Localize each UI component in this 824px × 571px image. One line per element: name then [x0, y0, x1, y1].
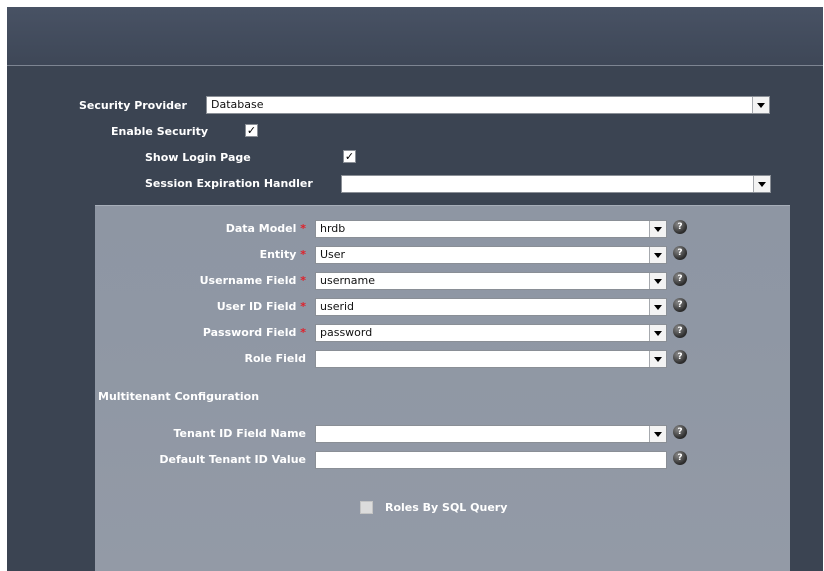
session-expiration-dropdown-button[interactable] [753, 176, 770, 192]
data-model-select[interactable]: hrdb [315, 220, 667, 238]
chevron-down-icon [654, 226, 662, 232]
show-login-page-checkbox[interactable]: ✓ [343, 150, 356, 163]
data-model-dropdown-button[interactable] [649, 221, 666, 237]
username-field-label: Username Field * [199, 274, 306, 287]
session-expiration-label: Session Expiration Handler [145, 177, 313, 190]
default-tenant-id-label: Default Tenant ID Value [159, 453, 306, 466]
data-model-label: Data Model * [225, 222, 306, 235]
roles-by-sql-checkbox[interactable] [360, 501, 373, 514]
default-tenant-id-input[interactable] [315, 451, 667, 469]
user-id-field-select[interactable]: userid [315, 298, 667, 316]
enable-security-checkbox[interactable]: ✓ [245, 124, 258, 137]
username-field-dropdown-button[interactable] [649, 273, 666, 289]
help-icon[interactable]: ? [673, 220, 687, 234]
tenant-id-field-select[interactable] [315, 425, 667, 443]
help-icon[interactable]: ? [673, 350, 687, 364]
entity-value: User [320, 248, 346, 261]
header-bar [7, 7, 823, 66]
chevron-down-icon [654, 431, 662, 437]
help-icon[interactable]: ? [673, 272, 687, 286]
checkmark-icon: ✓ [246, 124, 257, 137]
show-login-page-label: Show Login Page [145, 151, 251, 164]
password-field-dropdown-button[interactable] [649, 325, 666, 341]
role-field-dropdown-button[interactable] [649, 351, 666, 367]
security-provider-dropdown-button[interactable] [752, 97, 769, 113]
entity-dropdown-button[interactable] [649, 247, 666, 263]
entity-select[interactable]: User [315, 246, 667, 264]
tenant-id-field-label: Tenant ID Field Name [173, 427, 307, 440]
chevron-down-icon [654, 330, 662, 336]
required-mark: * [300, 248, 306, 261]
required-mark: * [300, 274, 306, 287]
session-expiration-select[interactable] [341, 175, 771, 193]
username-field-select[interactable]: username [315, 272, 667, 290]
password-field-label: Password Field * [202, 326, 306, 339]
data-model-value: hrdb [320, 222, 346, 235]
tenant-id-field-dropdown-button[interactable] [649, 426, 666, 442]
security-provider-value: Database [211, 98, 264, 111]
password-field-select[interactable]: password [315, 324, 667, 342]
required-mark: * [300, 222, 306, 235]
chevron-down-icon [757, 102, 765, 108]
role-field-label: Role Field [244, 352, 306, 365]
help-icon[interactable]: ? [673, 298, 687, 312]
required-mark: * [300, 300, 306, 313]
chevron-down-icon [654, 356, 662, 362]
chevron-down-icon [758, 181, 766, 187]
chevron-down-icon [654, 252, 662, 258]
enable-security-label: Enable Security [111, 125, 209, 138]
roles-by-sql-label: Roles By SQL Query [385, 501, 508, 514]
security-provider-select[interactable]: Database [206, 96, 770, 114]
security-provider-label: Security Provider [79, 99, 187, 112]
checkmark-icon: ✓ [344, 150, 355, 163]
help-icon[interactable]: ? [673, 451, 687, 465]
security-config-window: Security Provider Database Enable Securi… [7, 7, 823, 571]
help-icon[interactable]: ? [673, 425, 687, 439]
role-field-select[interactable] [315, 350, 667, 368]
password-field-value: password [320, 326, 373, 339]
username-field-value: username [320, 274, 375, 287]
help-icon[interactable]: ? [673, 246, 687, 260]
entity-label: Entity * [259, 248, 306, 261]
required-mark: * [300, 326, 306, 339]
user-id-field-dropdown-button[interactable] [649, 299, 666, 315]
chevron-down-icon [654, 278, 662, 284]
user-id-field-value: userid [320, 300, 355, 313]
multitenant-section-title: Multitenant Configuration [98, 390, 260, 403]
user-id-field-label: User ID Field * [216, 300, 306, 313]
help-icon[interactable]: ? [673, 324, 687, 338]
chevron-down-icon [654, 304, 662, 310]
